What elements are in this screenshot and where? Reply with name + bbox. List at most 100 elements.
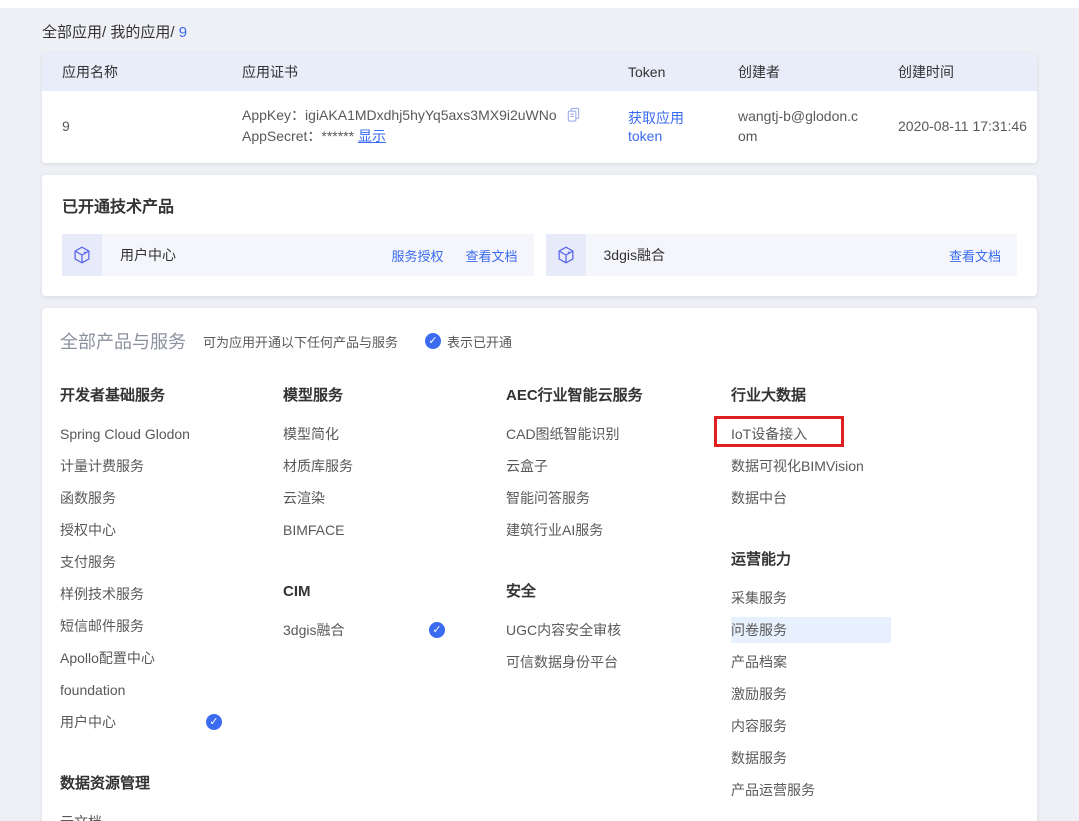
app-cert-cell: AppKey：igiAKA1MDxdhj5hyYq5axs3MX9i2uWNo … [222, 105, 608, 147]
top-strip [0, 0, 1079, 8]
opened-product-3dgis[interactable]: 3dgis融合 查看文档 [546, 234, 1018, 276]
service-item-user-center[interactable]: 用户中心 ✓ [60, 706, 283, 738]
service-item[interactable]: CAD图纸智能识别 [506, 418, 731, 450]
service-item[interactable]: 产品档案 [731, 646, 1019, 678]
cube-icon [71, 244, 93, 266]
product-name: 用户中心 [120, 245, 176, 265]
breadcrumb-all-apps[interactable]: 全部应用 [42, 24, 102, 41]
section-data-resource: 数据资源管理 云文档 [60, 768, 283, 821]
section-title: 运营能力 [731, 544, 1019, 576]
service-item[interactable]: 数据可视化BIMVision [731, 450, 1019, 482]
token-cell: 获取应用token [608, 108, 718, 144]
service-item[interactable]: 短信邮件服务 [60, 610, 283, 642]
service-item[interactable]: 数据中台 [731, 482, 1019, 514]
service-item[interactable]: UGC内容安全审核 [506, 614, 731, 646]
service-item-questionnaire[interactable]: 问卷服务 [731, 617, 891, 643]
service-item[interactable]: 云盒子 [506, 450, 731, 482]
section-cim: CIM 3dgis融合 ✓ [283, 576, 506, 646]
product-icon-box [546, 234, 586, 276]
creator-cell: wangtj-b@glodon.com [718, 106, 878, 146]
service-item[interactable]: 建筑行业AI服务 [506, 514, 731, 546]
section-title: 模型服务 [283, 380, 506, 412]
service-item[interactable]: 云文档 [60, 806, 283, 821]
product-icon-box [62, 234, 102, 276]
service-item[interactable]: foundation [60, 674, 283, 706]
opened-products-card: 已开通技术产品 用户中心 服务授权 查看文档 [42, 175, 1037, 296]
service-item[interactable]: Apollo配置中心 [60, 642, 283, 674]
section-developer-basic: 开发者基础服务 Spring Cloud Glodon 计量计费服务 函数服务 … [60, 380, 283, 738]
product-links: 服务授权 查看文档 [391, 246, 533, 265]
section-operation-capability: 运营能力 采集服务 问卷服务 产品档案 激励服务 内容服务 数据服务 产品运营服… [731, 544, 1019, 806]
breadcrumb: 全部应用/ 我的应用/ 9 [42, 8, 1037, 53]
breadcrumb-my-apps[interactable]: 我的应用 [110, 24, 170, 41]
section-title: 开发者基础服务 [60, 380, 283, 412]
services-column-3: AEC行业智能云服务 CAD图纸智能识别 云盒子 智能问答服务 建筑行业AI服务… [506, 380, 731, 821]
opened-legend-label: 表示已开通 [447, 332, 512, 351]
copy-icon[interactable] [566, 107, 581, 122]
section-industry-bigdata: 行业大数据 IoT设备接入 数据可视化BIMVision 数据中台 [731, 380, 1019, 514]
service-item[interactable]: BIMFACE [283, 514, 506, 546]
table-row: 9 AppKey：igiAKA1MDxdhj5hyYq5axs3MX9i2uWN… [42, 91, 1037, 163]
get-app-token-link[interactable]: 获取应用token [628, 110, 684, 144]
all-products-title: 全部产品与服务 [60, 328, 186, 354]
app-name-cell: 9 [42, 118, 222, 134]
service-item[interactable]: 智能问答服务 [506, 482, 731, 514]
section-title: 数据资源管理 [60, 768, 283, 800]
col-header-created-time: 创建时间 [878, 62, 1037, 82]
service-item-label: 用户中心 [60, 714, 116, 730]
appkey-label: AppKey： [242, 107, 305, 123]
service-item[interactable]: 采集服务 [731, 582, 1019, 614]
col-header-creator: 创建者 [718, 62, 878, 82]
service-item[interactable]: 可信数据身份平台 [506, 646, 731, 678]
all-products-card: 全部产品与服务 可为应用开通以下任何产品与服务 ✓ 表示已开通 开发者基础服务 … [42, 308, 1037, 821]
app-info-table: 应用名称 应用证书 Token 创建者 创建时间 9 AppKey：igiAKA… [42, 53, 1037, 163]
all-products-subtitle: 可为应用开通以下任何产品与服务 [203, 332, 398, 351]
breadcrumb-current-app: 9 [179, 24, 187, 41]
service-item[interactable]: 材质库服务 [283, 450, 506, 482]
show-secret-link[interactable]: 显示 [358, 128, 386, 144]
appkey-value: igiAKA1MDxdhj5hyYq5axs3MX9i2uWNo [305, 107, 557, 123]
opened-product-user-center[interactable]: 用户中心 服务授权 查看文档 [62, 234, 534, 276]
service-item[interactable]: Spring Cloud Glodon [60, 418, 283, 450]
section-aec-cloud: AEC行业智能云服务 CAD图纸智能识别 云盒子 智能问答服务 建筑行业AI服务 [506, 380, 731, 546]
services-column-2: 模型服务 模型简化 材质库服务 云渲染 BIMFACE CIM 3dgis融合 … [283, 380, 506, 821]
breadcrumb-separator: / [102, 24, 106, 41]
created-time-cell: 2020-08-11 17:31:46 [878, 118, 1037, 134]
service-item-iot-access[interactable]: IoT设备接入 [731, 418, 1019, 450]
service-item-3dgis[interactable]: 3dgis融合 ✓ [283, 614, 506, 646]
opened-check-icon: ✓ [206, 714, 222, 730]
service-item[interactable]: 支付服务 [60, 546, 283, 578]
service-item[interactable]: 云渲染 [283, 482, 506, 514]
service-item[interactable]: 模型简化 [283, 418, 506, 450]
section-model-services: 模型服务 模型简化 材质库服务 云渲染 BIMFACE [283, 380, 506, 546]
opened-legend: ✓ 表示已开通 [425, 332, 512, 351]
appsecret-masked-value: ****** [321, 128, 354, 144]
section-title: AEC行业智能云服务 [506, 380, 731, 412]
opened-products-row: 用户中心 服务授权 查看文档 3dgis融合 查看文档 [62, 234, 1017, 276]
service-item[interactable]: 数据服务 [731, 742, 1019, 774]
col-header-token: Token [608, 64, 718, 80]
services-grid: 开发者基础服务 Spring Cloud Glodon 计量计费服务 函数服务 … [60, 380, 1019, 821]
service-auth-link[interactable]: 服务授权 [391, 246, 443, 265]
product-name: 3dgis融合 [604, 245, 665, 265]
service-item-label: IoT设备接入 [731, 426, 807, 442]
table-header-row: 应用名称 应用证书 Token 创建者 创建时间 [42, 53, 1037, 91]
page-content: 全部应用/ 我的应用/ 9 应用名称 应用证书 Token 创建者 创建时间 9… [0, 8, 1079, 821]
service-item-label: 3dgis融合 [283, 622, 344, 638]
service-item[interactable]: 激励服务 [731, 678, 1019, 710]
col-header-app-name: 应用名称 [42, 62, 222, 82]
service-item[interactable]: 内容服务 [731, 710, 1019, 742]
service-item[interactable]: 样例技术服务 [60, 578, 283, 610]
service-item[interactable]: 函数服务 [60, 482, 283, 514]
product-links: 查看文档 [949, 246, 1017, 265]
services-column-4: 行业大数据 IoT设备接入 数据可视化BIMVision 数据中台 运营能力 采… [731, 380, 1019, 821]
section-title: 行业大数据 [731, 380, 1019, 412]
view-docs-link[interactable]: 查看文档 [465, 246, 517, 265]
breadcrumb-separator: / [170, 24, 174, 41]
opened-products-title: 已开通技术产品 [62, 193, 1017, 217]
section-title: 安全 [506, 576, 731, 608]
service-item[interactable]: 计量计费服务 [60, 450, 283, 482]
service-item[interactable]: 授权中心 [60, 514, 283, 546]
service-item[interactable]: 产品运营服务 [731, 774, 1019, 806]
view-docs-link[interactable]: 查看文档 [949, 246, 1001, 265]
